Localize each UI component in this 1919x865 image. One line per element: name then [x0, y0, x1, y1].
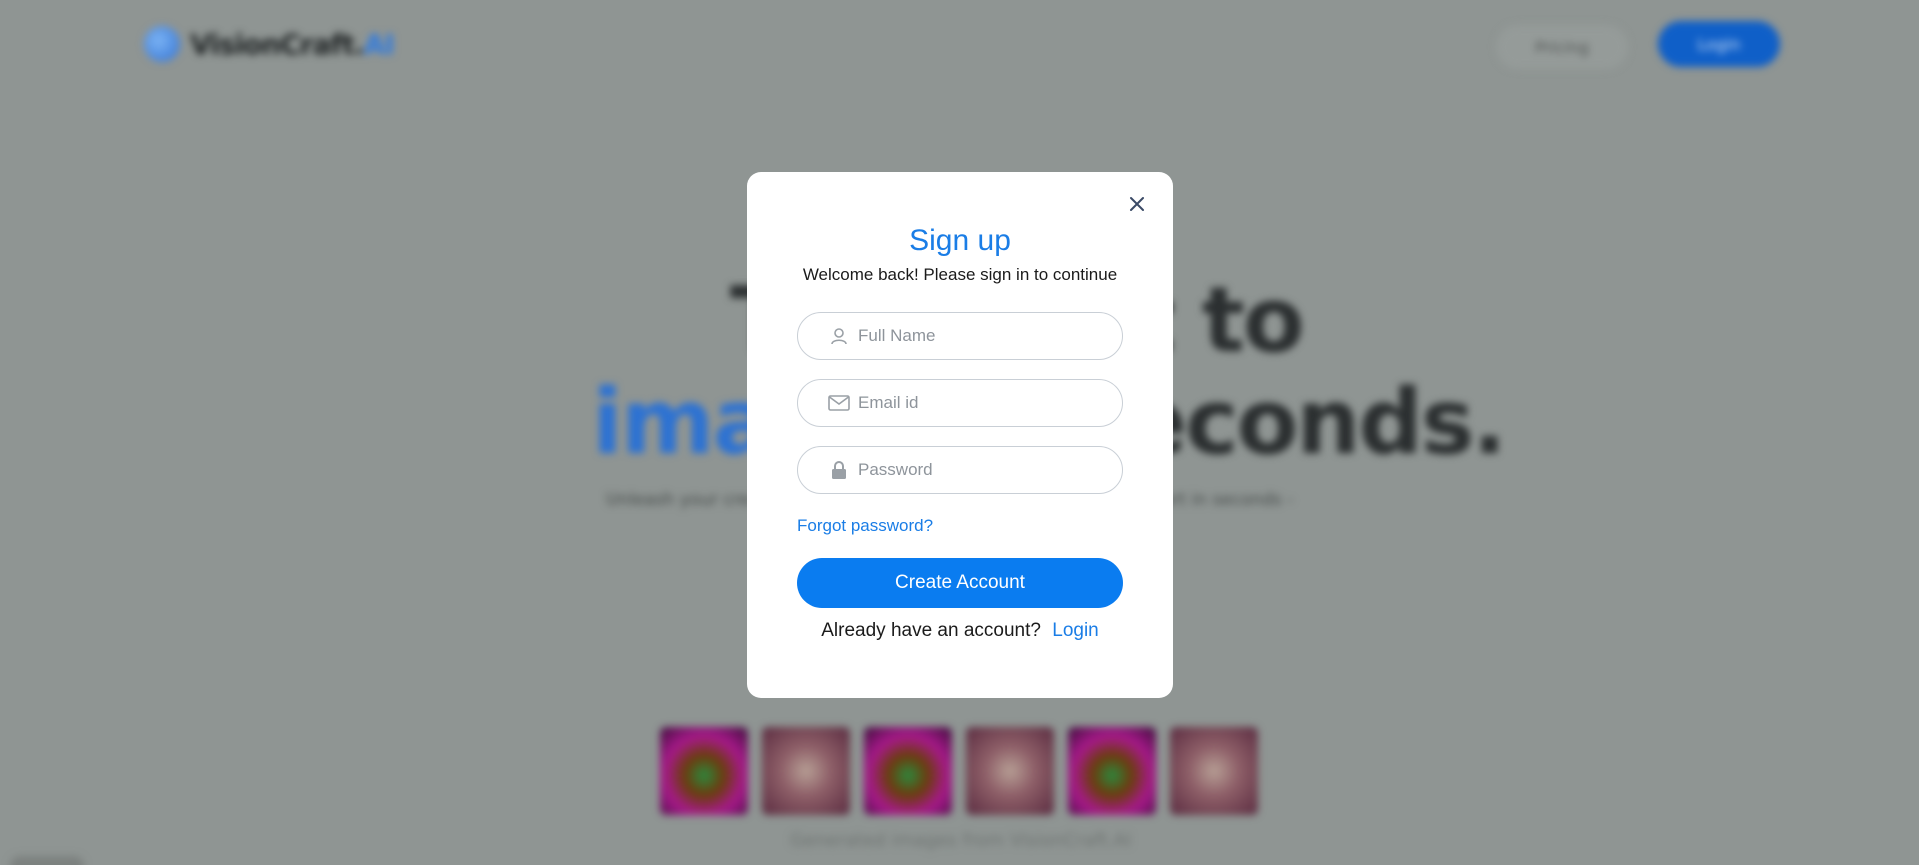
gallery-image [1170, 727, 1258, 815]
gallery-image [762, 727, 850, 815]
login-prompt: Already have an account? Login [747, 620, 1173, 642]
login-link[interactable]: Login [1052, 620, 1099, 641]
modal-title: Sign up [909, 224, 1011, 257]
logo-mark-icon [144, 26, 180, 62]
signup-modal: Sign up Welcome back! Please sign in to … [747, 172, 1173, 698]
gallery-caption: Generated images from VisionCraft.AI [790, 830, 1132, 851]
forgot-password-link[interactable]: Forgot password? [797, 516, 933, 536]
close-button[interactable] [1123, 190, 1151, 218]
gallery-image [864, 727, 952, 815]
gallery-image [966, 727, 1054, 815]
brand-logo: VisionCraft.AI [144, 26, 395, 62]
image-gallery [660, 727, 1258, 815]
password-field[interactable] [797, 446, 1123, 494]
close-icon [1130, 197, 1144, 211]
lock-icon [828, 459, 850, 481]
nav-login-button: Login [1658, 21, 1780, 67]
full-name-input[interactable] [858, 326, 1098, 346]
login-prompt-text: Already have an account? [821, 620, 1041, 641]
pricing-button: Pricing [1496, 25, 1628, 69]
corner-widget [10, 856, 84, 865]
mail-icon [828, 392, 850, 414]
user-icon [828, 325, 850, 347]
brand-name: VisionCraft.AI [190, 27, 395, 61]
email-field[interactable] [797, 379, 1123, 427]
create-account-button[interactable]: Create Account [797, 558, 1123, 608]
gallery-image [1068, 727, 1156, 815]
password-input[interactable] [858, 460, 1098, 480]
full-name-field[interactable] [797, 312, 1123, 360]
gallery-image [660, 727, 748, 815]
modal-subtitle: Welcome back! Please sign in to continue [802, 265, 1118, 284]
email-input[interactable] [858, 393, 1098, 413]
